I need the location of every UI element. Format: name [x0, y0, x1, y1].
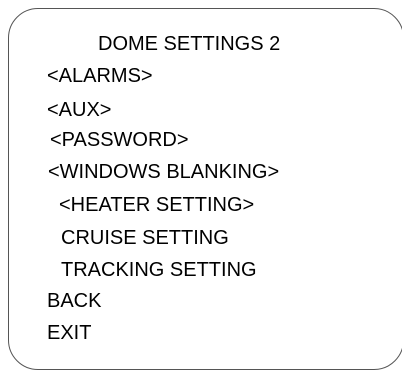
- menu-item-tracking-setting[interactable]: TRACKING SETTING: [61, 258, 257, 282]
- menu-item-heater-setting[interactable]: <HEATER SETTING>: [59, 193, 254, 217]
- menu-item-back[interactable]: BACK: [47, 289, 101, 313]
- menu-title: DOME SETTINGS 2: [98, 33, 281, 55]
- menu-item-windows-blanking[interactable]: <WINDOWS BLANKING>: [48, 160, 279, 184]
- menu-item-password[interactable]: <PASSWORD>: [50, 128, 189, 152]
- osd-menu-frame: [8, 8, 402, 370]
- menu-item-cruise-setting[interactable]: CRUISE SETTING: [61, 226, 229, 250]
- menu-item-alarms[interactable]: <ALARMS>: [47, 64, 153, 88]
- menu-item-aux[interactable]: <AUX>: [47, 98, 111, 122]
- menu-item-exit[interactable]: EXIT: [47, 321, 91, 345]
